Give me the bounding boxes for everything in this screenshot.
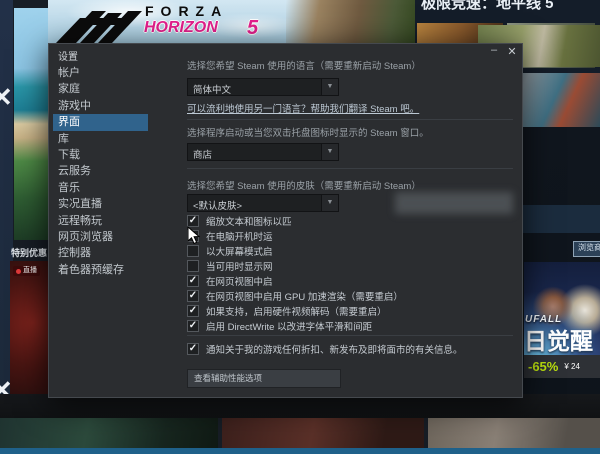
forza-banner: FORZA HORIZON 5 <box>48 0 416 43</box>
horizon-5-number: 5 <box>247 17 258 40</box>
sidebar-item-4[interactable]: 库 <box>53 131 183 147</box>
checkbox[interactable]: ✓ <box>187 343 199 355</box>
sidebar-item-5[interactable]: 下载 <box>53 147 183 163</box>
settings-content: 选择您希望 Steam 使用的语言（需要重新启动 Steam） 简体中文 ▼ 可… <box>187 44 517 397</box>
skin-dropdown-value: <默认皮肤> <box>193 198 242 212</box>
sidebar-item-6[interactable]: 云服务 <box>53 163 183 179</box>
checkbox-label: 当可用时显示网 <box>206 259 273 273</box>
startup-window-dropdown[interactable]: 商店 ▼ <box>187 143 339 161</box>
checkbox[interactable] <box>187 260 199 272</box>
checkbox[interactable]: ✓ <box>187 275 199 287</box>
close-icon[interactable]: ✕ <box>0 84 13 110</box>
game-capsule-forza[interactable] <box>14 8 48 240</box>
language-dropdown[interactable]: 简体中文 ▼ <box>187 78 339 96</box>
special-offer-capsule[interactable]: UFALL 日觉醒 -65% ¥ 24 <box>524 262 600 378</box>
checkbox[interactable]: ✓ <box>187 215 199 227</box>
settings-sidebar: 帐户家庭游戏中界面库下载云服务音乐实况直播远程畅玩网页浏览器控制器着色器预缓存 <box>53 65 183 278</box>
checkbox-row: ✓ 缩放文本和图标以匹 <box>187 213 292 228</box>
chevron-down-icon: ▼ <box>321 79 338 95</box>
accessibility-options-button[interactable]: 查看辅助性能选项 <box>187 369 341 388</box>
chevron-down-icon: ▼ <box>321 144 338 160</box>
sidebar-item-0[interactable]: 帐户 <box>53 65 183 81</box>
skin-section-label: 选择您希望 Steam 使用的皮肤（需要重新启动 Steam） <box>187 178 421 192</box>
offer-price-bar: -65% ¥ 24 <box>524 355 600 378</box>
sidebar-item-8[interactable]: 实况直播 <box>53 196 183 212</box>
special-offers-label: 特别优惠 <box>11 246 47 259</box>
checkbox-label: 如果支持，启用硬件视频解码（需要重启） <box>206 304 387 318</box>
store-info-panel <box>523 205 600 233</box>
checkbox-label: 以大屏幕模式启 <box>206 244 273 258</box>
sidebar-item-12[interactable]: 着色器预缓存 <box>53 262 183 278</box>
checkbox-row: ✓ 在网页视图中启 <box>187 273 273 288</box>
store-game-title: 极限竞速：地平线 5 <box>421 0 554 13</box>
sidebar-item-11[interactable]: 控制器 <box>53 245 183 261</box>
mouse-cursor <box>187 226 201 245</box>
sidebar-item-9[interactable]: 远程畅玩 <box>53 213 183 229</box>
startup-window-dropdown-value: 商店 <box>193 147 212 161</box>
skin-dropdown[interactable]: <默认皮肤> ▼ <box>187 194 339 212</box>
store-game-title-clip: 极限竞速：地平线 5 <box>421 0 599 14</box>
live-dot-icon <box>16 269 21 274</box>
game-capsule-live[interactable]: 直播 <box>10 261 48 415</box>
sidebar-item-7[interactable]: 音乐 <box>53 180 183 196</box>
checkbox-row: ✓ 启用 DirectWrite 以改进字体平滑和间距 <box>187 318 372 333</box>
checkbox-row: ✓ 通知关于我的游戏任何折扣、新发布及即将面市的有关信息。 <box>187 341 463 356</box>
checkbox-row: ✓ 在网页视图中启用 GPU 加速渲染（需要重启） <box>187 288 403 303</box>
discount-badge: -65% <box>524 359 558 374</box>
bottom-thumbnail[interactable] <box>428 418 600 448</box>
divider <box>187 335 513 336</box>
checkbox-row: 当可用时显示网 <box>187 258 273 273</box>
chevron-down-icon: ▼ <box>321 195 338 211</box>
checkbox-label: 启用 DirectWrite 以改进字体平滑和间距 <box>206 319 372 333</box>
startup-window-section-label: 选择程序启动或当您双击托盘图标时显示的 Steam 窗口。 <box>187 125 429 139</box>
checkbox[interactable]: ✓ <box>187 305 199 317</box>
offer-title-text: 日觉醒 <box>524 322 593 356</box>
checkbox-row: 以大屏幕模式启 <box>187 243 273 258</box>
checkbox[interactable]: ✓ <box>187 290 199 302</box>
checkbox-row: ✓ 如果支持，启用硬件视频解码（需要重启） <box>187 303 387 318</box>
live-badge: 直播 <box>13 266 40 276</box>
checkbox-label: 在网页视图中启用 GPU 加速渲染（需要重启） <box>206 289 403 303</box>
divider <box>187 119 513 120</box>
screen: ✕ ✕ FORZA HORIZON 5 极限竞速：地平线 5 浏览商店 UFAL… <box>0 0 600 454</box>
sidebar-item-10[interactable]: 网页浏览器 <box>53 229 183 245</box>
bottom-thumbnail[interactable] <box>222 418 424 448</box>
checkbox-label: 通知关于我的游戏任何折扣、新发布及即将面市的有关信息。 <box>206 342 463 356</box>
divider <box>187 168 513 169</box>
forza-wing-logo <box>56 5 142 43</box>
checkbox-label: 在电脑开机时运 <box>206 229 273 243</box>
checkbox-label: 在网页视图中启 <box>206 274 273 288</box>
checkbox-label: 缩放文本和图标以匹 <box>206 214 292 228</box>
banner-cliff <box>286 0 416 43</box>
language-dropdown-value: 简体中文 <box>193 82 231 96</box>
horizon-logo-text: HORIZON <box>144 19 218 37</box>
sidebar-item-1[interactable]: 家庭 <box>53 81 183 97</box>
checkbox[interactable]: ✓ <box>187 320 199 332</box>
language-section-label: 选择您希望 Steam 使用的语言（需要重新启动 Steam） <box>187 58 421 72</box>
settings-dialog: 设置 – ✕ 帐户家庭游戏中界面库下载云服务音乐实况直播远程畅玩网页浏览器控制器… <box>48 43 523 398</box>
bottom-thumbnail[interactable] <box>0 418 218 448</box>
checkbox[interactable] <box>187 245 199 257</box>
sidebar-item-2[interactable]: 游戏中 <box>53 98 183 114</box>
dialog-title: 设置 <box>58 48 78 63</box>
sidebar-item-3[interactable]: 界面 <box>53 114 148 130</box>
bottom-highlight-bar <box>0 448 600 454</box>
translate-steam-link[interactable]: 可以流利地使用另一门语言？帮助我们翻译 Steam 吧。 <box>187 101 419 115</box>
blurred-region <box>395 192 513 214</box>
forza-logo-text: FORZA <box>145 3 228 19</box>
offer-price: ¥ 24 <box>558 362 580 371</box>
browse-store-button[interactable]: 浏览商店 <box>573 241 600 257</box>
live-badge-label: 直播 <box>23 266 37 276</box>
